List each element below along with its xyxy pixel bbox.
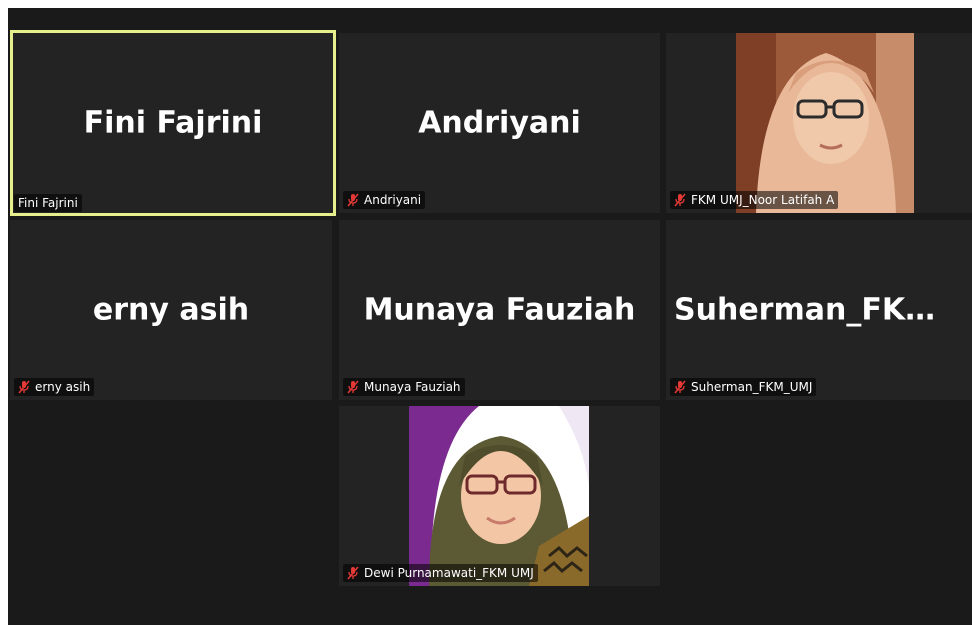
participant-label-text: Suherman_FKM_UMJ — [691, 380, 813, 394]
participant-label-text: Andriyani — [364, 193, 422, 207]
participant-name-label: Andriyani — [343, 191, 426, 209]
participant-display-name: Fini Fajrini — [83, 105, 263, 141]
participant-display-name: Andriyani — [418, 105, 581, 141]
participant-display-name: Suherman_FKM_... — [674, 292, 972, 328]
participant-label-text: FKM UMJ_Noor Latifah A — [691, 193, 835, 207]
participant-tile-noor-latifah[interactable]: FKM UMJ_Noor Latifah A — [666, 33, 972, 213]
microphone-muted-icon — [347, 193, 359, 207]
participant-name-label: erny asih — [14, 378, 95, 396]
microphone-muted-icon — [18, 380, 30, 394]
participant-tile-fini-fajrini[interactable]: Fini Fajrini Fini Fajrini — [10, 30, 336, 216]
microphone-muted-icon — [674, 193, 686, 207]
participant-video-feed — [409, 406, 589, 586]
participant-tile-suherman[interactable]: Suherman_FKM_... Suherman_FKM_UMJ — [666, 220, 972, 400]
participant-video-feed — [736, 33, 914, 213]
participant-label-text: erny asih — [35, 380, 91, 394]
participant-label-text: Munaya Fauziah — [364, 380, 461, 394]
participant-video-image — [409, 406, 589, 586]
participant-label-text: Fini Fajrini — [18, 196, 78, 210]
participant-label-text: Dewi Purnamawati_FKM UMJ — [364, 566, 534, 580]
participant-name-label: Dewi Purnamawati_FKM UMJ — [343, 564, 538, 582]
participant-name-label: Suherman_FKM_UMJ — [670, 378, 817, 396]
participant-name-label: FKM UMJ_Noor Latifah A — [670, 191, 839, 209]
participant-display-name: Munaya Fauziah — [363, 292, 636, 328]
microphone-muted-icon — [347, 380, 359, 394]
participant-video-image — [736, 33, 914, 213]
participant-tile-andriyani[interactable]: Andriyani Andriyani — [339, 33, 660, 213]
microphone-muted-icon — [674, 380, 686, 394]
participant-name-label: Fini Fajrini — [14, 194, 82, 212]
video-gallery: Fini Fajrini Fini Fajrini Andriyani Andr… — [8, 8, 972, 625]
participant-tile-erny-asih[interactable]: erny asih erny asih — [10, 220, 332, 400]
participant-tile-dewi-purnamawati[interactable]: Dewi Purnamawati_FKM UMJ — [339, 406, 660, 586]
participant-name-label: Munaya Fauziah — [343, 378, 465, 396]
participant-tile-munaya-fauziah[interactable]: Munaya Fauziah Munaya Fauziah — [339, 220, 660, 400]
participant-display-name: erny asih — [92, 292, 250, 328]
microphone-muted-icon — [347, 566, 359, 580]
